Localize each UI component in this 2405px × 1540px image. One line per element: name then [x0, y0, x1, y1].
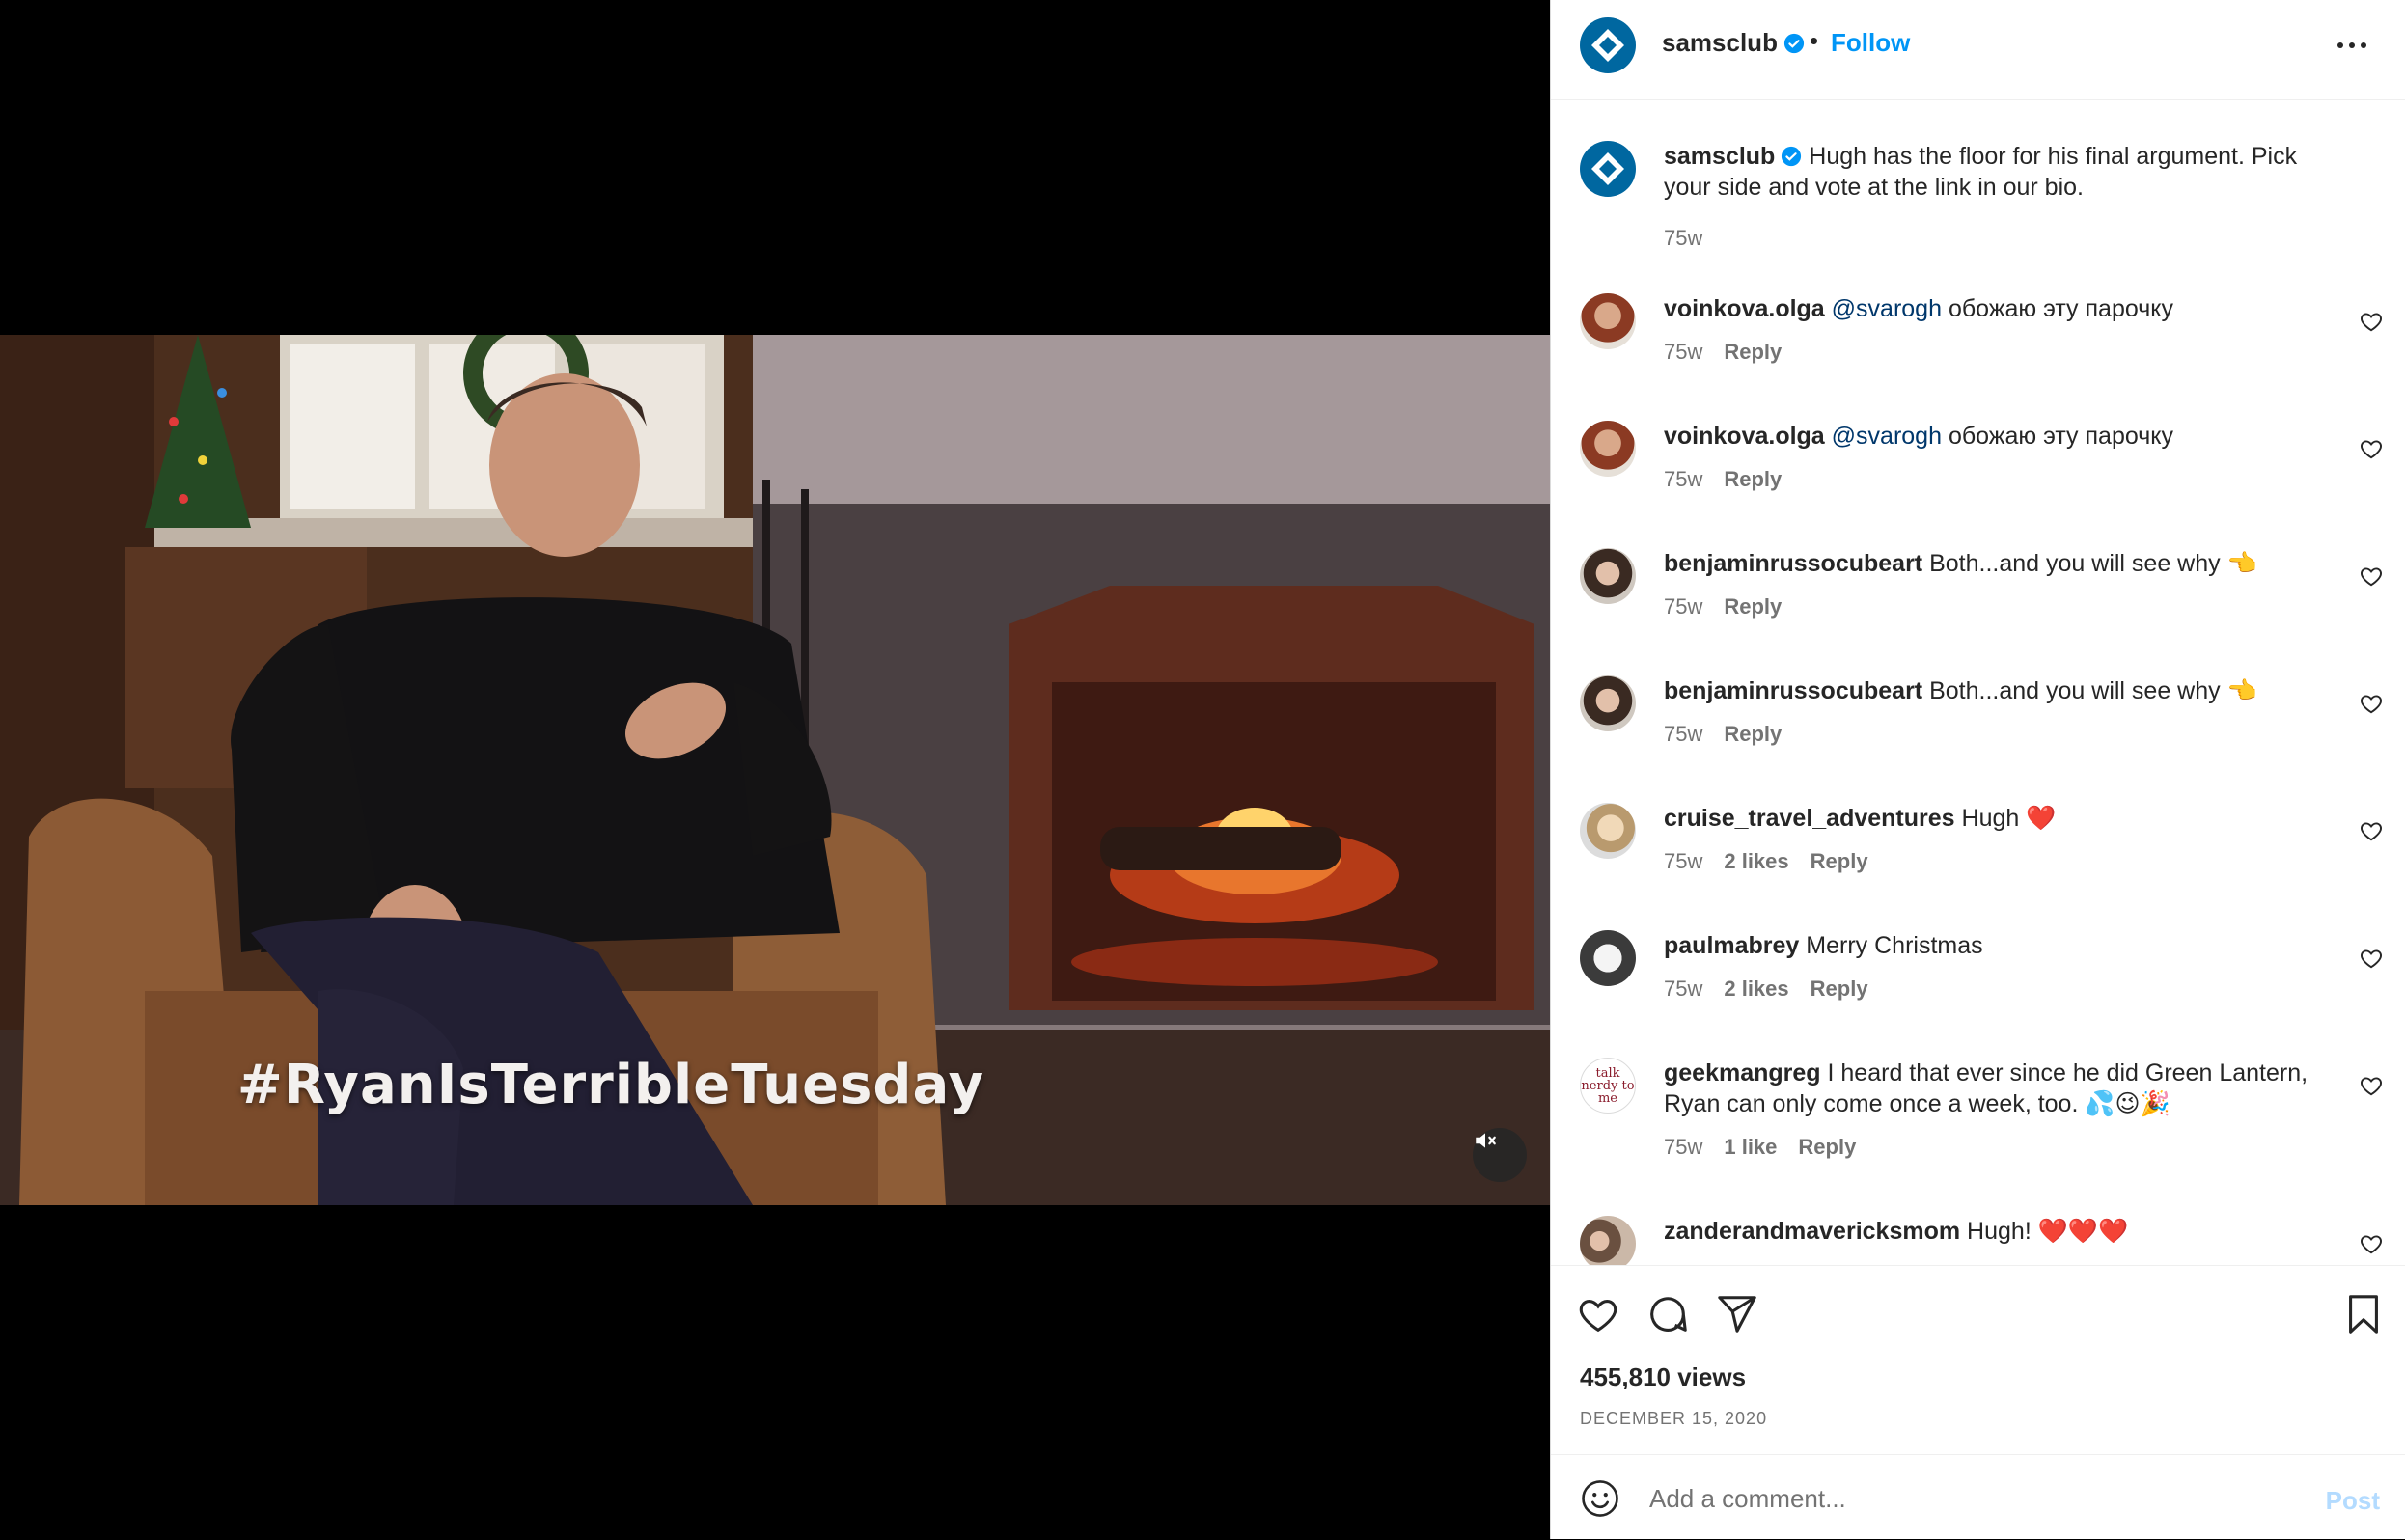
post-side-panel: samsclub • Follow samsclub Hugh has the …: [1550, 0, 2405, 1539]
commenter-avatar[interactable]: [1580, 548, 1636, 604]
comment-like-heart-icon[interactable]: [2359, 1073, 2384, 1098]
comment-composer: Post: [1551, 1454, 2405, 1540]
comment-text: обожаю эту парочку: [1942, 295, 2173, 322]
reply-button[interactable]: Reply: [1724, 340, 1782, 364]
comment-bubble-icon[interactable]: [1645, 1292, 1690, 1336]
caption-meta: 75w: [1664, 226, 1724, 251]
comment-body: paulmabrey Merry Christmas: [1664, 930, 2337, 961]
like-heart-icon[interactable]: [1576, 1292, 1620, 1336]
comment-likes-count[interactable]: 1 like: [1724, 1135, 1777, 1159]
follow-button[interactable]: Follow: [1831, 28, 1910, 58]
header-username[interactable]: samsclub: [1662, 28, 1778, 57]
reply-button[interactable]: Reply: [1724, 722, 1782, 746]
commenter-avatar[interactable]: [1580, 930, 1636, 986]
post-date[interactable]: DECEMBER 15, 2020: [1580, 1409, 1767, 1429]
save-bookmark-icon[interactable]: [2341, 1292, 2386, 1336]
reply-button[interactable]: Reply: [1811, 849, 1868, 873]
verified-badge-icon: [1783, 33, 1805, 54]
comments-list[interactable]: samsclub Hugh has the floor for his fina…: [1551, 100, 2405, 1265]
comment-username[interactable]: zanderandmavericksmom: [1664, 1218, 1960, 1245]
comment-time: 75w: [1664, 340, 1703, 364]
header-separator-dot: •: [1810, 26, 1819, 55]
post-comment-button[interactable]: Post: [2326, 1486, 2380, 1516]
comment-meta: 75w Reply: [1664, 467, 1803, 492]
comment-meta: 75w Reply: [1664, 722, 1803, 747]
comment-like-heart-icon[interactable]: [2359, 564, 2384, 589]
comment-username[interactable]: benjaminrussocubeart: [1664, 677, 1922, 704]
mute-toggle-button[interactable]: [1473, 1128, 1527, 1182]
comment-time: 75w: [1664, 594, 1703, 619]
comment-time: 75w: [1664, 1135, 1703, 1159]
comment-text: Both...and you will see why 👈: [1929, 677, 2257, 704]
comment-likes-count[interactable]: 2 likes: [1724, 976, 1788, 1001]
comment-username[interactable]: voinkova.olga: [1664, 295, 1825, 322]
commenter-avatar[interactable]: [1580, 1216, 1636, 1265]
reply-button[interactable]: Reply: [1798, 1135, 1856, 1159]
comment-body: benjaminrussocubeart Both...and you will…: [1664, 548, 2337, 579]
commenter-avatar[interactable]: [1580, 675, 1636, 731]
reply-button[interactable]: Reply: [1724, 594, 1782, 619]
comment-likes-count[interactable]: 2 likes: [1724, 849, 1788, 873]
comment-meta: 75w Reply: [1664, 340, 1803, 365]
comment-like-heart-icon[interactable]: [2359, 818, 2384, 843]
video-caption-overlay: #RyanIsTerribleTuesday: [236, 1054, 985, 1116]
comment-username[interactable]: benjaminrussocubeart: [1664, 550, 1922, 577]
comment-like-heart-icon[interactable]: [2359, 309, 2384, 334]
post-header: samsclub • Follow: [1551, 0, 2405, 100]
caption-avatar[interactable]: [1580, 141, 1636, 197]
samsclub-avatar[interactable]: [1580, 17, 1636, 73]
comment-meta: 75w Reply: [1664, 594, 1803, 619]
caption-body: samsclub Hugh has the floor for his fina…: [1664, 141, 2337, 203]
more-options-icon[interactable]: [2328, 29, 2376, 62]
samsclub-logo-icon: [1591, 152, 1624, 185]
comment-time: 75w: [1664, 976, 1703, 1001]
comment-time: 75w: [1664, 849, 1703, 873]
views-count[interactable]: 455,810 views: [1580, 1362, 1746, 1392]
commenter-avatar[interactable]: [1580, 803, 1636, 859]
reply-button[interactable]: Reply: [1724, 467, 1782, 491]
comment-text: Merry Christmas: [1806, 932, 1983, 959]
share-send-icon[interactable]: [1715, 1292, 1759, 1336]
comment-username[interactable]: paulmabrey: [1664, 932, 1799, 959]
samsclub-logo-icon: [1591, 29, 1624, 62]
comment-like-heart-icon[interactable]: [2359, 1231, 2384, 1256]
comment-body: zanderandmavericksmom Hugh! ❤️❤️❤️: [1664, 1216, 2337, 1247]
comment-body: cruise_travel_adventures Hugh ❤️: [1664, 803, 2337, 834]
comment-like-heart-icon[interactable]: [2359, 436, 2384, 461]
comment-time: 75w: [1664, 722, 1703, 746]
reply-button[interactable]: Reply: [1811, 976, 1868, 1001]
video-pane[interactable]: #RyanIsTerribleTuesday: [0, 0, 1550, 1539]
comment-meta: 75w 2 likes Reply: [1664, 976, 1890, 1002]
commenter-avatar[interactable]: talk nerdy to me: [1580, 1058, 1636, 1114]
post-actions: 455,810 views DECEMBER 15, 2020: [1551, 1265, 2405, 1459]
comment-username[interactable]: cruise_travel_adventures: [1664, 805, 1955, 832]
header-username-link[interactable]: samsclub: [1662, 28, 1805, 58]
comment-body: geekmangreg I heard that ever since he d…: [1664, 1058, 2337, 1119]
video-player[interactable]: #RyanIsTerribleTuesday: [0, 335, 1550, 1205]
emoji-picker-icon[interactable]: [1580, 1478, 1620, 1519]
comment-body: voinkova.olga @svarogh обожаю эту парочк…: [1664, 293, 2337, 324]
commenter-avatar[interactable]: [1580, 293, 1636, 349]
comment-username[interactable]: geekmangreg: [1664, 1059, 1821, 1086]
comment-mention[interactable]: @svarogh: [1832, 423, 1942, 450]
comment-mention[interactable]: @svarogh: [1832, 295, 1942, 322]
comment-body: benjaminrussocubeart Both...and you will…: [1664, 675, 2337, 706]
comment-text: Hugh! ❤️❤️❤️: [1967, 1218, 2129, 1245]
verified-badge-icon: [1782, 146, 1802, 167]
caption-time: 75w: [1664, 226, 1703, 250]
caption-username[interactable]: samsclub: [1664, 143, 1775, 170]
comment-meta: 75w 1 like Reply: [1664, 1135, 1877, 1160]
comment-username[interactable]: voinkova.olga: [1664, 423, 1825, 450]
comment-text: Hugh ❤️: [1961, 805, 2057, 832]
comment-input[interactable]: [1647, 1474, 2269, 1523]
comment-text: Both...and you will see why 👈: [1929, 550, 2257, 577]
comment-like-heart-icon[interactable]: [2359, 691, 2384, 716]
comment-text: обожаю эту парочку: [1942, 423, 2173, 450]
muted-speaker-icon: [1476, 1133, 1496, 1148]
comment-like-heart-icon[interactable]: [2359, 946, 2384, 971]
comment-meta: 75w 2 likes Reply: [1664, 849, 1890, 874]
commenter-avatar[interactable]: [1580, 421, 1636, 477]
comment-time: 75w: [1664, 467, 1703, 491]
comment-body: voinkova.olga @svarogh обожаю эту парочк…: [1664, 421, 2337, 452]
